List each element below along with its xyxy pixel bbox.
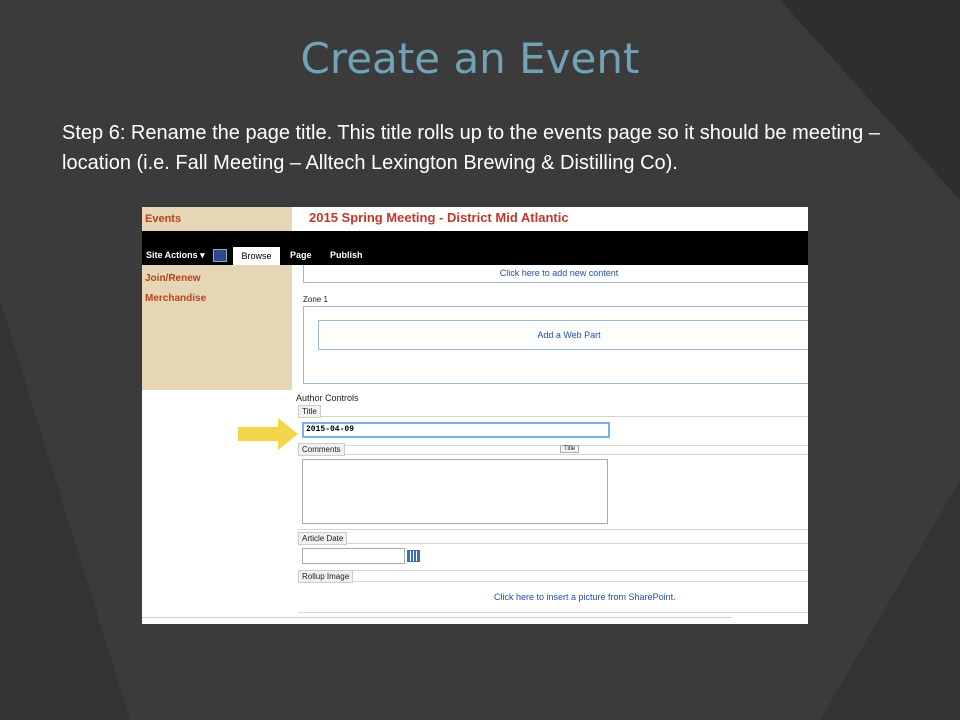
add-web-part-button[interactable]: Add a Web Part xyxy=(318,320,808,350)
divider xyxy=(142,617,732,618)
insert-picture-link[interactable]: Click here to insert a picture from Shar… xyxy=(494,592,676,602)
ribbon-bar: Site Actions ▾ Browse Page Publish xyxy=(142,231,808,265)
article-date-input[interactable] xyxy=(302,548,405,564)
calendar-icon[interactable] xyxy=(407,550,420,562)
slide-title: Create an Event xyxy=(300,34,640,83)
events-link[interactable]: Events xyxy=(145,213,181,225)
site-actions-menu[interactable]: Site Actions ▾ xyxy=(146,250,205,261)
web-part-zone: Add a Web Part xyxy=(303,306,808,384)
title-button[interactable]: Title xyxy=(560,445,580,453)
tab-page[interactable]: Page xyxy=(290,250,312,260)
author-controls-label: Author Controls xyxy=(296,393,359,403)
left-navigation: Join/Renew Merchandise xyxy=(142,265,292,390)
edit-page-icon[interactable] xyxy=(213,249,227,262)
title-field-label: Title xyxy=(298,405,321,418)
nav-item-merchandise[interactable]: Merchandise xyxy=(145,293,206,304)
title-input[interactable]: 2015-04-09 xyxy=(302,422,610,438)
tab-browse[interactable]: Browse xyxy=(233,247,280,265)
step-instructions: Step 6: Rename the page title. This titl… xyxy=(62,122,880,174)
add-content-link[interactable]: Click here to add new content xyxy=(303,265,808,283)
comments-field-label: Comments xyxy=(298,443,345,456)
zone-label: Zone 1 xyxy=(303,295,328,304)
nav-item-join-renew[interactable]: Join/Renew xyxy=(145,273,201,284)
article-date-label: Article Date xyxy=(298,532,348,545)
arrow-icon xyxy=(238,418,298,450)
page-heading: 2015 Spring Meeting - District Mid Atlan… xyxy=(309,210,569,225)
comments-textarea[interactable] xyxy=(302,459,608,524)
sharepoint-screenshot: Events 2015 Spring Meeting - District Mi… xyxy=(142,207,808,624)
nav-header: Events xyxy=(142,207,292,231)
tab-browse-label: Browse xyxy=(241,251,272,261)
tab-publish[interactable]: Publish xyxy=(330,250,363,260)
rollup-image-label: Rollup Image xyxy=(298,570,354,583)
